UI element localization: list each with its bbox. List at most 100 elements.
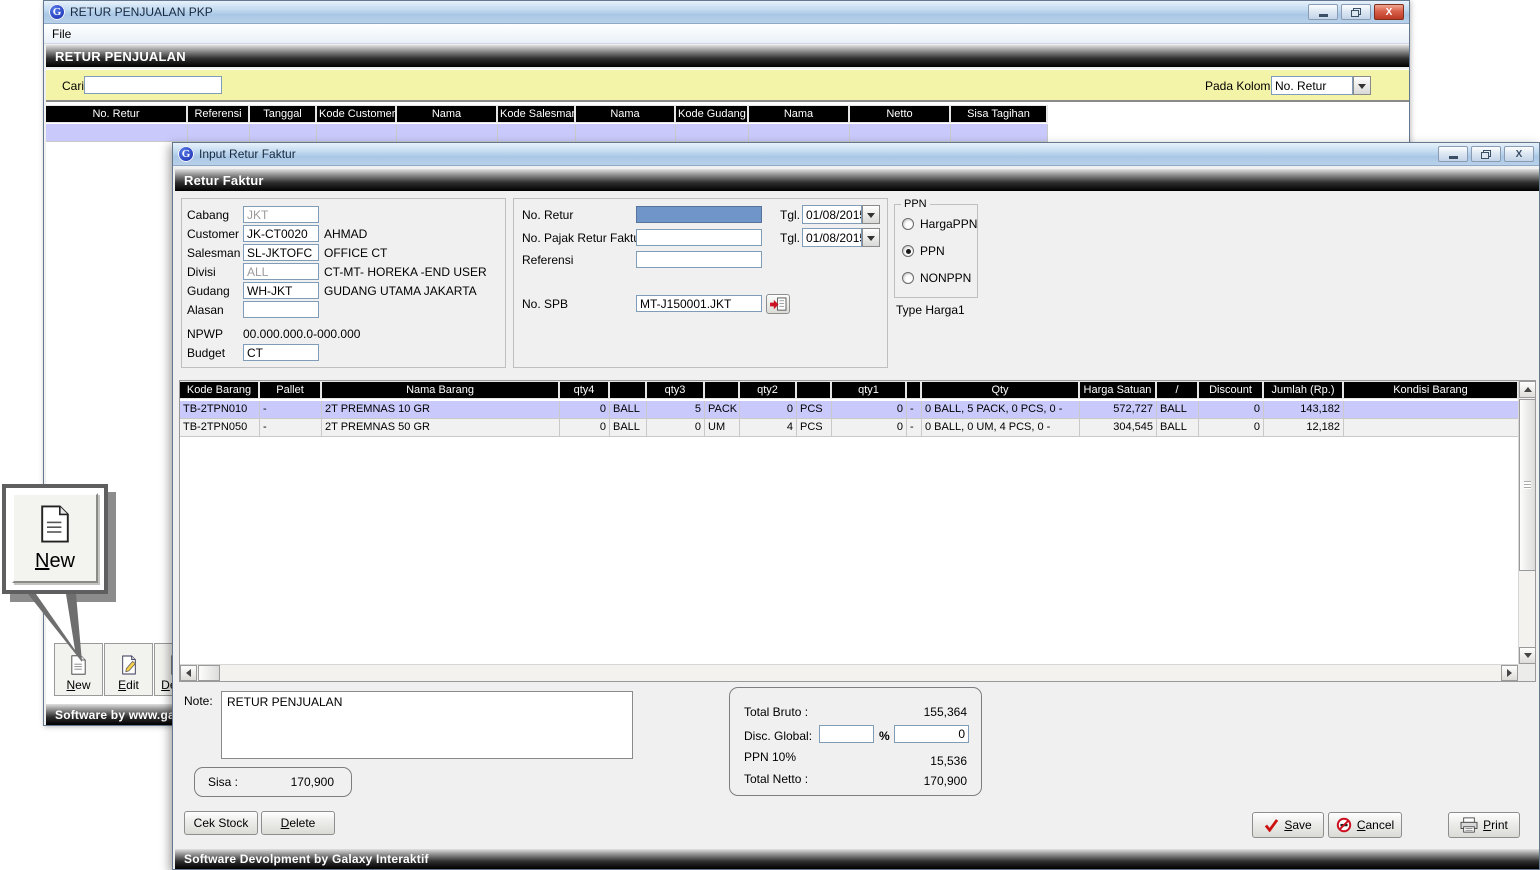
column-header[interactable]: Kondisi Barang [1344,381,1519,399]
callout-new-label: New [35,550,75,573]
table-cell: BALL [610,419,647,437]
column-header[interactable]: Qty [922,381,1080,399]
horizontal-scrollbar[interactable] [180,664,1518,681]
dialog-close-button[interactable]: X [1504,146,1534,162]
dialog-statusbar-text: Software Devolpment by Galaxy Interaktif [184,852,429,866]
salesman-field[interactable]: SL-JKTOFC [243,244,319,261]
scroll-left-button[interactable] [180,665,197,681]
restore-icon [1481,150,1491,159]
column-header[interactable] [705,381,740,399]
scrollbar-thumb[interactable] [1519,399,1536,571]
column-header[interactable]: Tanggal [250,105,317,123]
search-input[interactable] [84,76,222,94]
table-row[interactable]: TB-2TPN050-2T PREMNAS 50 GR0BALL0UM4PCS0… [180,419,1519,437]
scrollbar-thumb[interactable] [198,665,220,681]
no-spb-field[interactable]: MT-J150001.JKT [636,295,762,312]
dialog-titlebar[interactable]: G Input Retur Faktur X [173,143,1539,166]
scroll-right-button[interactable] [1501,665,1518,681]
menu-file[interactable]: File [52,27,71,41]
gudang-field[interactable]: WH-JKT [243,282,319,299]
search-bar: Cari: Pada Kolom: No. Retur [46,69,1409,102]
scroll-up-button[interactable] [1519,381,1536,398]
no-retur-label: No. Retur [522,208,573,222]
column-header[interactable]: / [1157,381,1199,399]
column-header[interactable]: No. Retur [46,105,188,123]
alasan-field[interactable] [243,301,319,318]
table-cell: 2T PREMNAS 10 GR [322,401,560,419]
minimize-button[interactable] [1308,4,1338,20]
column-header[interactable]: Discount [1199,381,1264,399]
customer-field[interactable]: JK-CT0020 [243,225,319,242]
disc-percent-input[interactable] [819,725,874,743]
column-header[interactable] [907,381,922,399]
column-header[interactable]: Nama Barang [322,381,560,399]
radio-nonppn[interactable]: NONPPN [902,271,971,285]
pada-kolom-select[interactable]: No. Retur [1271,76,1371,95]
dropdown-button[interactable] [862,205,880,224]
column-header[interactable]: Kode Gudang [676,105,749,123]
type-harga-value: 1 [958,303,965,317]
new-button-magnified[interactable]: New [12,493,98,583]
table-cell: 0 [740,401,797,419]
edit-button[interactable]: Edit [104,643,153,696]
no-pajak-field[interactable] [636,229,762,246]
dropdown-button[interactable] [1353,76,1371,95]
delete-row-button[interactable]: Delete [261,811,335,835]
column-header[interactable]: qty3 [647,381,705,399]
column-header[interactable]: Pallet [260,381,322,399]
column-header[interactable]: qty1 [832,381,907,399]
no-retur-field[interactable] [636,206,762,223]
divisi-field[interactable]: ALL [243,263,319,280]
dialog-minimize-button[interactable] [1438,146,1468,162]
divisi-label: Divisi [187,265,216,279]
column-header[interactable]: Nama [576,105,676,123]
column-header[interactable]: Netto [850,105,951,123]
main-titlebar[interactable]: G RETUR PENJUALAN PKP X [44,1,1409,24]
menubar: File [44,24,1409,44]
column-header[interactable]: Kode Salesman [498,105,576,123]
vertical-scrollbar[interactable] [1518,381,1535,664]
close-button[interactable]: X [1374,4,1404,20]
radio-nonppn-label: NONPPN [920,271,971,285]
cabang-field[interactable]: JKT [243,206,319,223]
dialog-restore-button[interactable] [1471,146,1501,162]
disc-value-input[interactable] [894,725,969,743]
column-header[interactable]: Jumlah (Rp.) [1264,381,1344,399]
import-document-icon [770,297,787,312]
tgl1-datepicker[interactable]: 01/08/2015 [802,205,880,224]
column-header[interactable] [797,381,832,399]
radio-ppn[interactable]: PPN [902,244,945,258]
budget-field[interactable]: CT [243,344,319,361]
column-header[interactable]: Kode Customer [317,105,397,123]
cek-stock-label: Cek Stock [194,816,249,830]
save-button[interactable]: Save [1252,812,1324,838]
note-textarea[interactable]: RETUR PENJUALAN [221,691,633,759]
close-icon: X [1386,7,1393,18]
arrow-left-icon [182,669,191,677]
print-label: Print [1483,818,1508,832]
cancel-button[interactable]: Cancel [1328,812,1402,838]
column-header[interactable]: Harga Satuan [1080,381,1157,399]
print-button[interactable]: Print [1448,812,1520,838]
column-header[interactable]: Nama [749,105,850,123]
column-header[interactable]: qty2 [740,381,797,399]
column-header[interactable]: qty4 [560,381,610,399]
column-header[interactable]: Kode Barang [180,381,260,399]
dropdown-button[interactable] [862,228,880,247]
column-header[interactable]: Referensi [188,105,250,123]
radio-hargappn[interactable]: HargaPPN [902,217,977,231]
table-row[interactable] [46,124,1048,142]
column-header[interactable] [610,381,647,399]
cek-stock-button[interactable]: Cek Stock [184,811,258,835]
scroll-down-button[interactable] [1519,647,1536,664]
column-header[interactable]: Nama [397,105,498,123]
tgl2-datepicker[interactable]: 01/08/2015 [802,228,880,247]
referensi-field[interactable] [636,251,762,268]
table-cell: 0 [1199,401,1264,419]
restore-button[interactable] [1341,4,1371,20]
spb-lookup-button[interactable] [766,294,790,314]
table-row[interactable]: TB-2TPN010-2T PREMNAS 10 GR0BALL5PACK0PC… [180,401,1519,419]
table-cell [850,124,951,142]
column-header[interactable]: Sisa Tagihan [951,105,1048,123]
budget-label: Budget [187,346,225,360]
